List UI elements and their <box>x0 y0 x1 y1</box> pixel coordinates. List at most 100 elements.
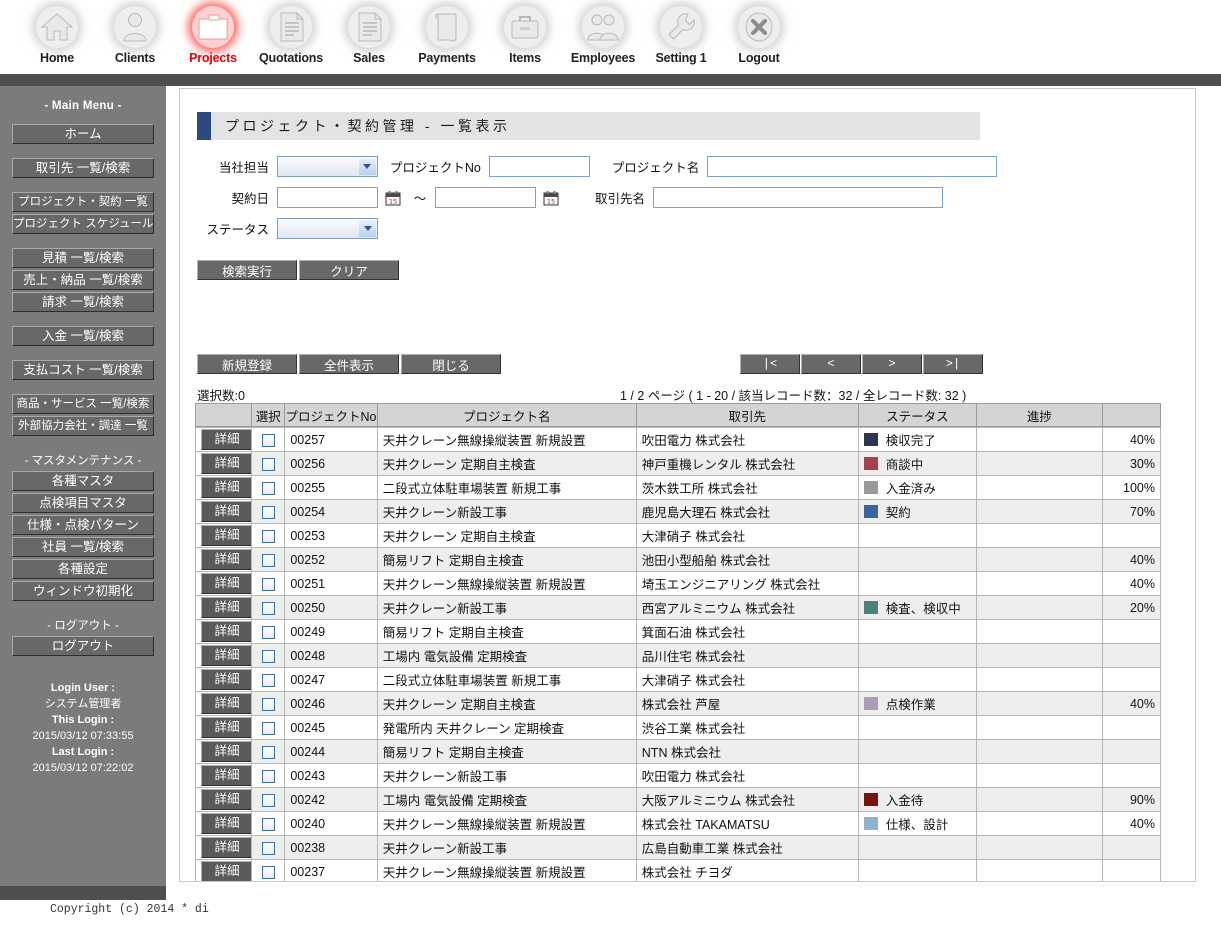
nav-item-employees[interactable]: Employees <box>564 0 642 65</box>
status-cell: 点検作業 <box>858 692 976 716</box>
table-row: 詳細00244簡易リフト 定期自主検査NTN 株式会社 <box>196 740 1161 764</box>
row-checkbox[interactable] <box>262 482 275 495</box>
sidebar-item-3-2[interactable]: 請求 一覧/検索 <box>12 292 154 312</box>
progress-cell <box>977 500 1103 524</box>
sidebar-maintenance-item-5[interactable]: ウィンドウ初期化 <box>12 581 154 601</box>
row-checkbox[interactable] <box>262 458 275 471</box>
detail-cell: 詳細 <box>196 596 252 620</box>
row-checkbox[interactable] <box>262 842 275 855</box>
sidebar-item-1-0[interactable]: 取引先 一覧/検索 <box>12 158 154 178</box>
detail-button[interactable]: 詳細 <box>201 549 252 570</box>
nav-item-home[interactable]: Home <box>18 0 96 65</box>
new-register-button[interactable]: 新規登録 <box>197 354 297 374</box>
row-checkbox[interactable] <box>262 506 275 519</box>
sidebar-item-3-1[interactable]: 売上・納品 一覧/検索 <box>12 270 154 290</box>
status-select[interactable] <box>277 218 378 239</box>
sidebar-maintenance-item-1[interactable]: 点検項目マスタ <box>12 493 154 513</box>
close-button[interactable]: 閉じる <box>401 354 501 374</box>
detail-button[interactable]: 詳細 <box>201 645 252 666</box>
project-name-input[interactable] <box>707 156 997 177</box>
table-row: 詳細00250天井クレーン新設工事西宮アルミニウム 株式会社検査、検収中20% <box>196 596 1161 620</box>
sidebar-item-3-0[interactable]: 見積 一覧/検索 <box>12 248 154 268</box>
detail-button[interactable]: 詳細 <box>201 837 252 858</box>
detail-button[interactable]: 詳細 <box>201 765 252 786</box>
row-select-cell <box>252 812 285 836</box>
row-checkbox[interactable] <box>262 554 275 567</box>
client-name-input[interactable] <box>653 187 943 208</box>
sidebar-group-0: ホーム <box>8 124 158 144</box>
column-header-3: プロジェクト名 <box>377 404 636 427</box>
sidebar-maintenance-item-3[interactable]: 社員 一覧/検索 <box>12 537 154 557</box>
row-checkbox[interactable] <box>262 602 275 615</box>
row-checkbox[interactable] <box>262 770 275 783</box>
sidebar-item-0-0[interactable]: ホーム <box>12 124 154 144</box>
sidebar-item-6-1[interactable]: 外部協力会社・調達 一覧 <box>12 416 154 436</box>
progress-cell <box>977 788 1103 812</box>
project-no-input[interactable] <box>489 156 590 177</box>
last-page-button[interactable]: >| <box>923 354 983 374</box>
detail-button[interactable]: 詳細 <box>201 669 252 690</box>
status-label: 検収完了 <box>886 430 936 449</box>
nav-item-setting-1[interactable]: Setting 1 <box>642 0 720 65</box>
detail-button[interactable]: 詳細 <box>201 573 252 594</box>
sidebar-item-logout[interactable]: ログアウト <box>12 636 154 656</box>
clear-button[interactable]: クリア <box>299 260 399 280</box>
nav-item-clients[interactable]: Clients <box>96 0 174 65</box>
detail-button[interactable]: 詳細 <box>201 477 252 498</box>
row-checkbox[interactable] <box>262 866 275 879</box>
row-checkbox[interactable] <box>262 794 275 807</box>
detail-button[interactable]: 詳細 <box>201 621 252 642</box>
contract-date-to-input[interactable] <box>435 187 536 208</box>
owner-select[interactable] <box>277 156 378 177</box>
row-checkbox[interactable] <box>262 746 275 759</box>
row-checkbox[interactable] <box>262 530 275 543</box>
row-checkbox[interactable] <box>262 818 275 831</box>
prev-page-button[interactable]: < <box>801 354 861 374</box>
project-no-label: プロジェクトNo <box>390 157 481 176</box>
row-checkbox[interactable] <box>262 698 275 711</box>
row-checkbox[interactable] <box>262 578 275 591</box>
row-checkbox[interactable] <box>262 722 275 735</box>
calendar-icon[interactable]: 15 <box>385 190 401 206</box>
sidebar-item-2-1[interactable]: プロジェクト スケジュール <box>12 214 154 234</box>
calendar-icon-2[interactable]: 15 <box>543 190 559 206</box>
sidebar-item-4-0[interactable]: 入金 一覧/検索 <box>12 326 154 346</box>
detail-button[interactable]: 詳細 <box>201 597 252 618</box>
detail-button[interactable]: 詳細 <box>201 453 252 474</box>
nav-item-sales[interactable]: Sales <box>330 0 408 65</box>
nav-item-logout[interactable]: Logout <box>720 0 798 65</box>
sidebar-item-2-0[interactable]: プロジェクト・契約 一覧 <box>12 192 154 212</box>
sidebar-maintenance-item-4[interactable]: 各種設定 <box>12 559 154 579</box>
row-checkbox[interactable] <box>262 674 275 687</box>
detail-button[interactable]: 詳細 <box>201 693 252 714</box>
first-page-button[interactable]: |< <box>740 354 800 374</box>
detail-button[interactable]: 詳細 <box>201 429 252 450</box>
sidebar-group-6: 商品・サービス 一覧/検索外部協力会社・調達 一覧 <box>8 394 158 436</box>
detail-button[interactable]: 詳細 <box>201 741 252 762</box>
sidebar-item-5-0[interactable]: 支払コスト 一覧/検索 <box>12 360 154 380</box>
document-icon <box>348 6 390 48</box>
row-checkbox[interactable] <box>262 650 275 663</box>
detail-button[interactable]: 詳細 <box>201 525 252 546</box>
row-select-cell <box>252 524 285 548</box>
nav-item-projects[interactable]: Projects <box>174 0 252 65</box>
detail-button[interactable]: 詳細 <box>201 813 252 834</box>
detail-button[interactable]: 詳細 <box>201 861 252 882</box>
detail-button[interactable]: 詳細 <box>201 501 252 522</box>
search-execute-button[interactable]: 検索実行 <box>197 260 297 280</box>
sidebar-item-6-0[interactable]: 商品・サービス 一覧/検索 <box>12 394 154 414</box>
nav-item-quotations[interactable]: Quotations <box>252 0 330 65</box>
contract-date-from-input[interactable] <box>277 187 378 208</box>
project-name-cell: 二段式立体駐車場装置 新規工事 <box>377 668 636 692</box>
nav-item-items[interactable]: Items <box>486 0 564 65</box>
sidebar-maintenance-item-0[interactable]: 各種マスタ <box>12 471 154 491</box>
next-page-button[interactable]: > <box>862 354 922 374</box>
row-checkbox[interactable] <box>262 626 275 639</box>
status-color-swatch <box>864 457 878 470</box>
show-all-button[interactable]: 全件表示 <box>299 354 399 374</box>
detail-button[interactable]: 詳細 <box>201 789 252 810</box>
row-checkbox[interactable] <box>262 434 275 447</box>
nav-item-payments[interactable]: Payments <box>408 0 486 65</box>
sidebar-maintenance-item-2[interactable]: 仕様・点検パターン <box>12 515 154 535</box>
detail-button[interactable]: 詳細 <box>201 717 252 738</box>
